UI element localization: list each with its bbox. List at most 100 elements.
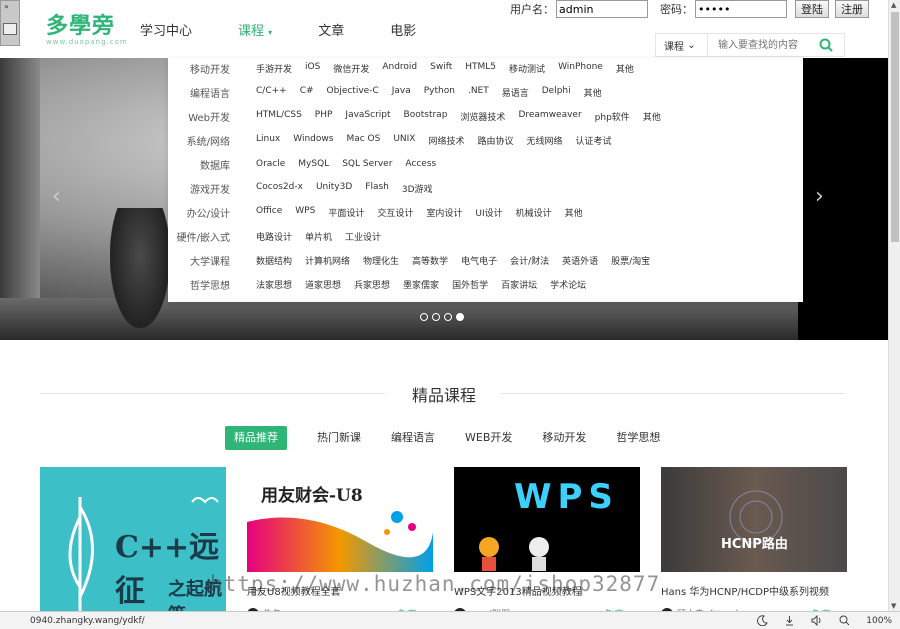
dropdown-link[interactable]: 浏览器技术 <box>460 110 505 123</box>
tab-hot-new[interactable]: 热门新课 <box>317 426 361 450</box>
banner-dot[interactable] <box>432 313 440 321</box>
dropdown-category[interactable]: 编程语言 <box>168 85 256 100</box>
scroll-up-icon[interactable]: ▲ <box>891 1 896 9</box>
dropdown-link[interactable]: 其他 <box>565 206 583 219</box>
dropdown-link[interactable]: 无线网络 <box>527 134 563 147</box>
dropdown-link[interactable]: 单片机 <box>305 230 332 243</box>
dropdown-link[interactable]: 计算机网络 <box>305 254 350 267</box>
nav-articles[interactable]: 文章 <box>318 20 344 39</box>
dropdown-link[interactable]: PHP <box>315 110 333 123</box>
dropdown-link[interactable]: Flash <box>365 182 389 195</box>
dropdown-link[interactable]: Unity3D <box>316 182 352 195</box>
dropdown-link[interactable]: UNIX <box>393 134 415 147</box>
banner-dot[interactable] <box>444 313 452 321</box>
dropdown-link[interactable]: 网络技术 <box>428 134 464 147</box>
dropdown-link[interactable]: 其他 <box>643 110 661 123</box>
dropdown-link[interactable]: Android <box>382 62 417 75</box>
dropdown-link[interactable]: 道家思想 <box>305 278 341 291</box>
dropdown-link[interactable]: Oracle <box>256 159 285 169</box>
dropdown-link[interactable]: C/C++ <box>256 86 287 99</box>
dropdown-category[interactable]: Web开发 <box>168 109 256 124</box>
window-corner-icon[interactable]: » <box>0 0 20 46</box>
banner-next-button[interactable]: › <box>815 184 824 209</box>
course-card[interactable]: HCNP路由 Hans 华为HCNP/HCDP中级系列视频 顾大良（Hans） … <box>661 467 847 621</box>
site-logo[interactable]: 多學旁 www.duopang.com <box>46 8 128 46</box>
dropdown-link[interactable]: Objective-C <box>327 86 379 99</box>
course-thumbnail[interactable]: 用友财会-U8 <box>247 467 433 572</box>
dropdown-link[interactable]: 电路设计 <box>256 230 292 243</box>
dropdown-link[interactable]: Java <box>392 86 411 99</box>
dropdown-link[interactable]: 交互设计 <box>377 206 413 219</box>
dropdown-link[interactable]: 认证考试 <box>576 134 612 147</box>
tab-web[interactable]: WEB开发 <box>465 426 512 450</box>
dropdown-link[interactable]: 英语外语 <box>562 254 598 267</box>
dropdown-category[interactable]: 游戏开发 <box>168 181 256 196</box>
course-thumbnail[interactable]: HCNP路由 <box>661 467 847 572</box>
dropdown-link[interactable]: SQL Server <box>342 159 392 169</box>
dropdown-link[interactable]: 墨家儒家 <box>403 278 439 291</box>
tab-mobile[interactable]: 移动开发 <box>542 426 586 450</box>
dropdown-link[interactable]: 微信开发 <box>333 62 369 75</box>
dropdown-link[interactable]: 其他 <box>584 86 602 99</box>
dropdown-link[interactable]: Bootstrap <box>404 110 448 123</box>
dropdown-link[interactable]: HTML5 <box>465 62 496 75</box>
dropdown-category[interactable]: 硬件/嵌入式 <box>168 229 256 244</box>
dropdown-link[interactable]: MySQL <box>298 159 329 169</box>
dropdown-category[interactable]: 移动开发 <box>168 61 256 76</box>
dropdown-link[interactable]: JavaScript <box>345 110 390 123</box>
dropdown-link[interactable]: 高等数学 <box>412 254 448 267</box>
dropdown-link[interactable]: 法家思想 <box>256 278 292 291</box>
banner-dot[interactable] <box>420 313 428 321</box>
dropdown-link[interactable]: Linux <box>256 134 280 147</box>
dropdown-link[interactable]: 物理化生 <box>363 254 399 267</box>
vertical-scrollbar[interactable]: ▲ ▼ <box>888 0 900 611</box>
dropdown-category[interactable]: 办公/设计 <box>168 205 256 220</box>
tab-philosophy[interactable]: 哲学思想 <box>616 426 660 450</box>
speaker-icon[interactable] <box>811 615 823 626</box>
banner-prev-button[interactable]: ‹ <box>52 184 61 209</box>
dropdown-link[interactable]: 手游开发 <box>256 62 292 75</box>
download-icon[interactable] <box>784 615 795 626</box>
dropdown-link[interactable]: 百家讲坛 <box>501 278 537 291</box>
dropdown-link[interactable]: 数据结构 <box>256 254 292 267</box>
course-title[interactable]: Hans 华为HCNP/HCDP中级系列视频 <box>661 583 847 598</box>
nav-movies[interactable]: 电影 <box>390 20 416 39</box>
nav-courses[interactable]: 课程 ▾ <box>238 20 272 39</box>
dropdown-link[interactable]: WinPhone <box>558 62 603 75</box>
dropdown-link[interactable]: Windows <box>293 134 333 147</box>
dropdown-link[interactable]: Delphi <box>542 86 571 99</box>
nav-learning-center[interactable]: 学习中心 <box>140 20 192 39</box>
dropdown-link[interactable]: 路由协议 <box>477 134 513 147</box>
dropdown-link[interactable]: Mac OS <box>346 134 380 147</box>
dropdown-link[interactable]: Python <box>424 86 455 99</box>
dropdown-link[interactable]: Access <box>405 159 436 169</box>
dropdown-link[interactable]: 国外哲学 <box>452 278 488 291</box>
banner-dot-active[interactable] <box>456 313 464 321</box>
password-input[interactable] <box>695 0 787 18</box>
dropdown-category[interactable]: 大学课程 <box>168 253 256 268</box>
dropdown-link[interactable]: 3D游戏 <box>402 182 433 195</box>
dropdown-link[interactable]: Dreamweaver <box>518 110 581 123</box>
course-thumbnail[interactable]: WPS <box>454 467 640 572</box>
scroll-down-icon[interactable]: ▼ <box>891 602 896 610</box>
dropdown-link[interactable]: 会计/财法 <box>510 254 549 267</box>
dropdown-link[interactable]: .NET <box>468 86 489 99</box>
dropdown-link[interactable]: Office <box>256 206 282 219</box>
search-button[interactable] <box>808 34 844 56</box>
scrollbar-thumb[interactable] <box>891 12 899 242</box>
search-input[interactable] <box>708 34 808 56</box>
tab-featured[interactable]: 精品推荐 <box>225 426 287 450</box>
dropdown-link[interactable]: 室内设计 <box>426 206 462 219</box>
dropdown-link[interactable]: C# <box>300 86 314 99</box>
moon-icon[interactable] <box>757 615 769 626</box>
register-button[interactable]: 注册 <box>835 0 869 18</box>
dropdown-link[interactable]: iOS <box>305 62 320 75</box>
course-card[interactable]: C++远征 之起航篇 <box>40 467 226 617</box>
dropdown-link[interactable]: 其他 <box>616 62 634 75</box>
dropdown-link[interactable]: 电气电子 <box>461 254 497 267</box>
course-thumbnail[interactable]: C++远征 之起航篇 <box>40 467 226 617</box>
dropdown-link[interactable]: WPS <box>295 206 315 219</box>
dropdown-link[interactable]: 兵家思想 <box>354 278 390 291</box>
dropdown-link[interactable]: 学术论坛 <box>550 278 586 291</box>
dropdown-link[interactable]: 股票/淘宝 <box>611 254 650 267</box>
